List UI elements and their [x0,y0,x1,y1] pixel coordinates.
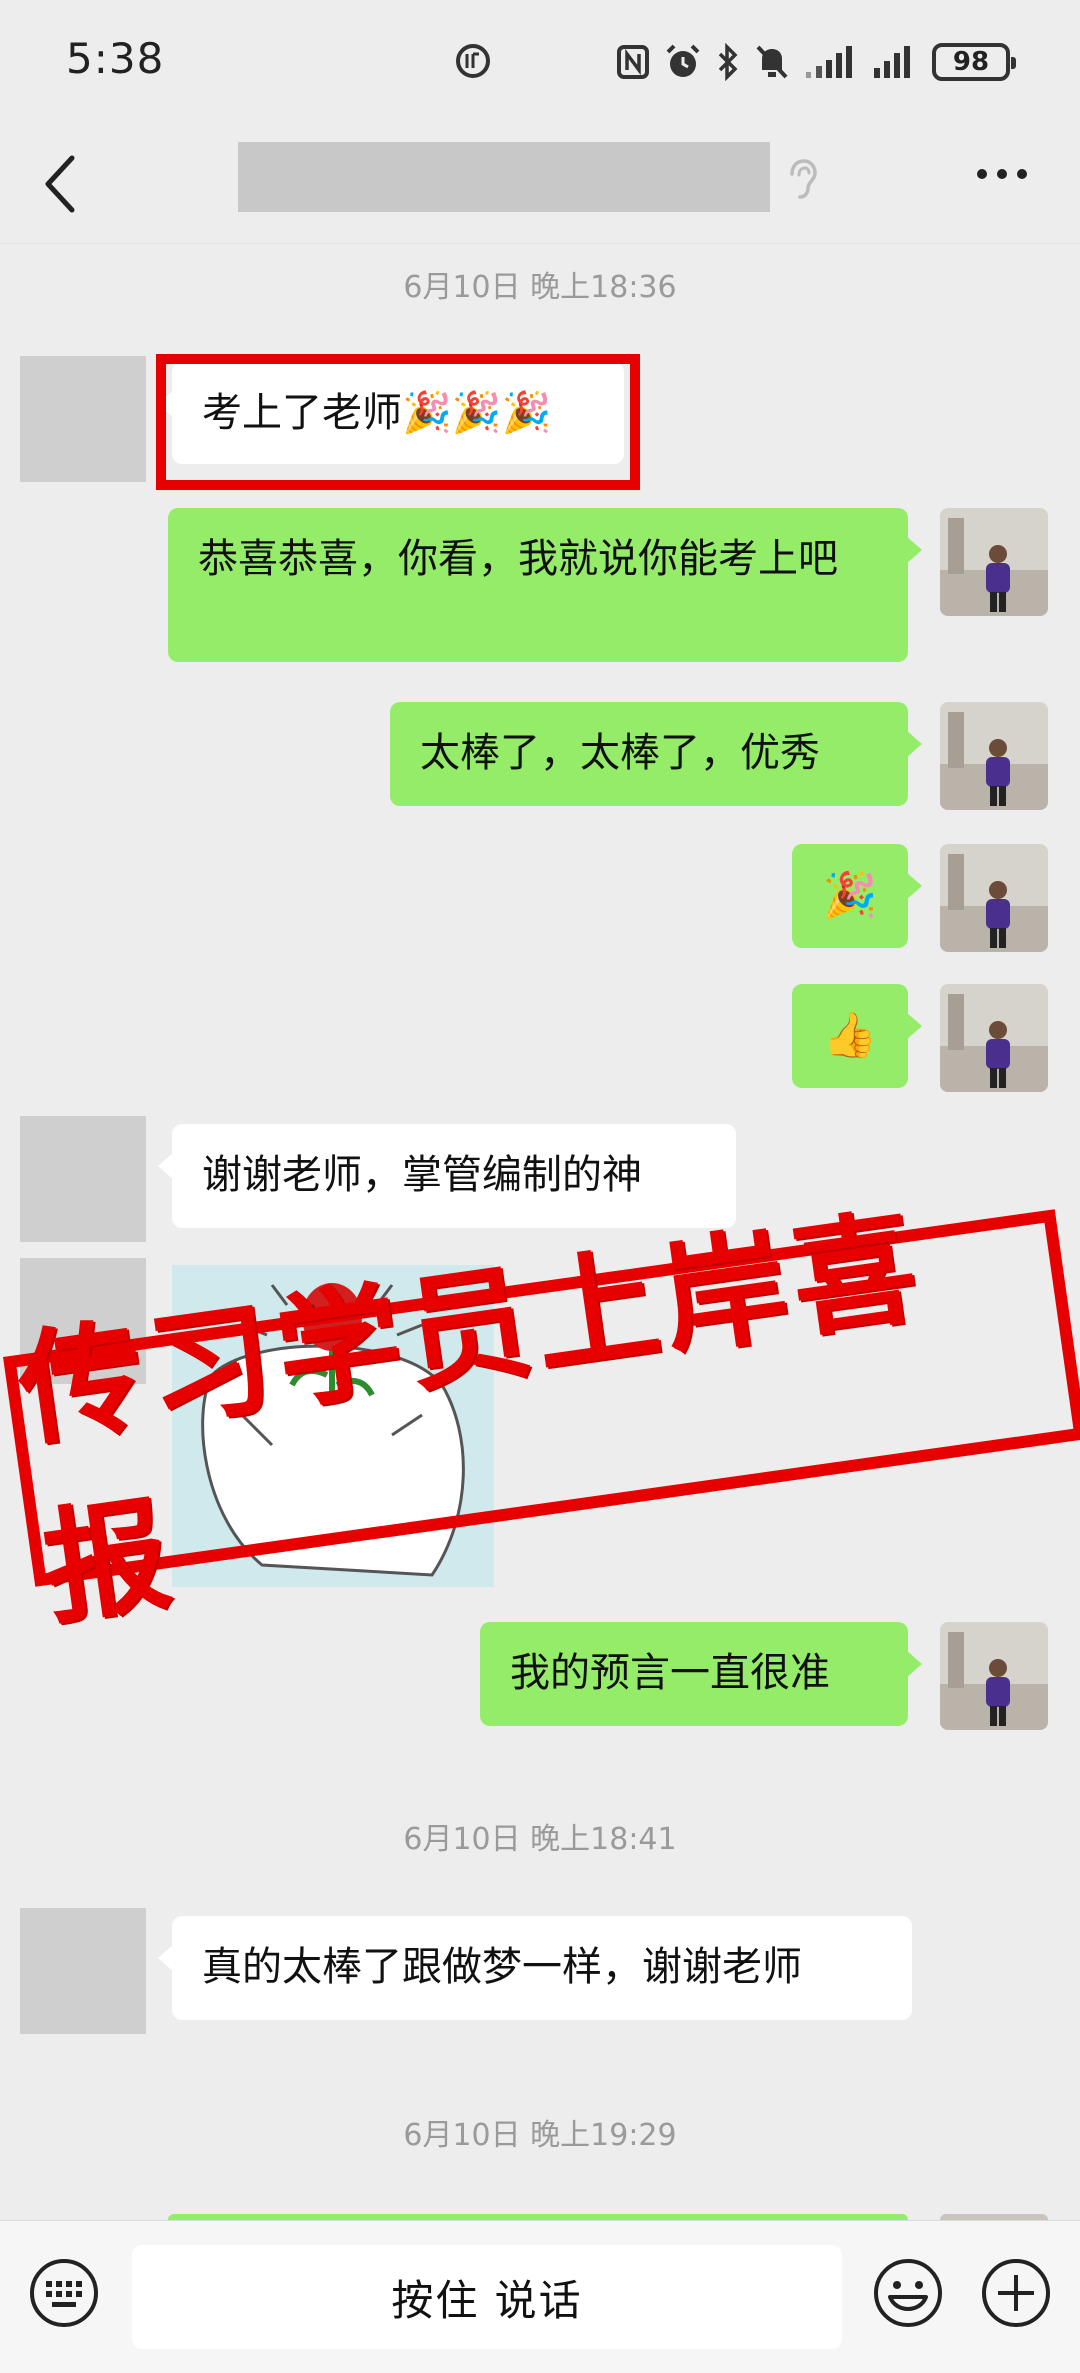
avatar-image [940,1622,1048,1730]
message-text: 恭喜恭喜，你看，我就说你能考上吧 [198,536,838,582]
input-bar: 按住 说话 [0,2220,1080,2373]
avatar[interactable] [20,1908,146,2034]
status-icons: 98 [616,40,1016,84]
message-bubble[interactable]: 真的太棒了跟做梦一样，谢谢老师 [158,1916,912,2020]
avatar[interactable] [940,702,1048,810]
message-bubble[interactable]: 恭喜恭喜，你看，我就说你能考上吧 [168,508,922,662]
plus-icon[interactable] [980,2257,1052,2329]
message-bubble[interactable]: 我的预言一直很准 [480,1622,922,1726]
thumbs-up-icon: 👍 [822,1010,878,1061]
keyboard-icon[interactable] [28,2257,100,2329]
contact-name-redacted [238,142,770,212]
avatar[interactable] [940,984,1048,1092]
avatar[interactable] [940,508,1048,616]
avatar[interactable] [940,844,1048,952]
status-bar: 5:38 98 [0,0,1080,122]
avatar[interactable] [20,1116,146,1242]
timestamp: 6月10日 晚上18:36 [403,270,677,305]
message-bubble[interactable]: 🎉 [792,844,922,948]
highlight-frame [156,354,640,490]
bluetooth-icon [718,43,738,81]
message-text: 谢谢老师，掌管编制的神 [202,1152,642,1198]
nfc-icon [617,45,649,79]
message-bubble[interactable]: 👍 [792,984,922,1088]
status-time: 5:38 [66,34,165,83]
emoji-icon[interactable] [872,2257,944,2329]
chat-header [0,122,1080,244]
message-text: 我的预言一直很准 [510,1650,830,1696]
avatar-image [940,508,1048,616]
timestamp: 6月10日 晚上19:29 [403,2118,677,2153]
message-bubble[interactable]: 太棒了，太棒了，优秀 [390,702,922,806]
signal-icon [874,46,910,78]
avatar[interactable] [940,1622,1048,1730]
alarm-icon [666,44,700,77]
data-icon [456,44,490,78]
signal-icon [806,46,852,78]
avatar-image [940,984,1048,1092]
message-text: 太棒了，太棒了，优秀 [420,730,820,776]
hold-to-talk-button[interactable]: 按住 说话 [132,2245,842,2349]
battery-icon: 98 [932,43,1016,81]
ear-icon [790,159,817,199]
avatar-image [940,844,1048,952]
timestamp: 6月10日 晚上18:41 [403,1822,677,1857]
chat-messages[interactable]: 6月10日 晚上18:36 考上了老师🎉🎉🎉 恭喜恭喜，你看，我就说你能考上吧 … [0,244,1080,2222]
avatar[interactable] [20,356,146,482]
promo-stamp: 传习学员上岸喜报 [3,1195,1080,1643]
stamp-text: 传习学员上岸喜报 [10,1195,932,1643]
mute-icon [756,45,788,79]
message-text: 真的太棒了跟做梦一样，谢谢老师 [202,1944,802,1990]
avatar-image [940,702,1048,810]
more-dots-icon[interactable] [974,166,1030,182]
party-popper-icon: 🎉 [822,870,878,921]
chevron-left-icon[interactable] [40,152,80,216]
